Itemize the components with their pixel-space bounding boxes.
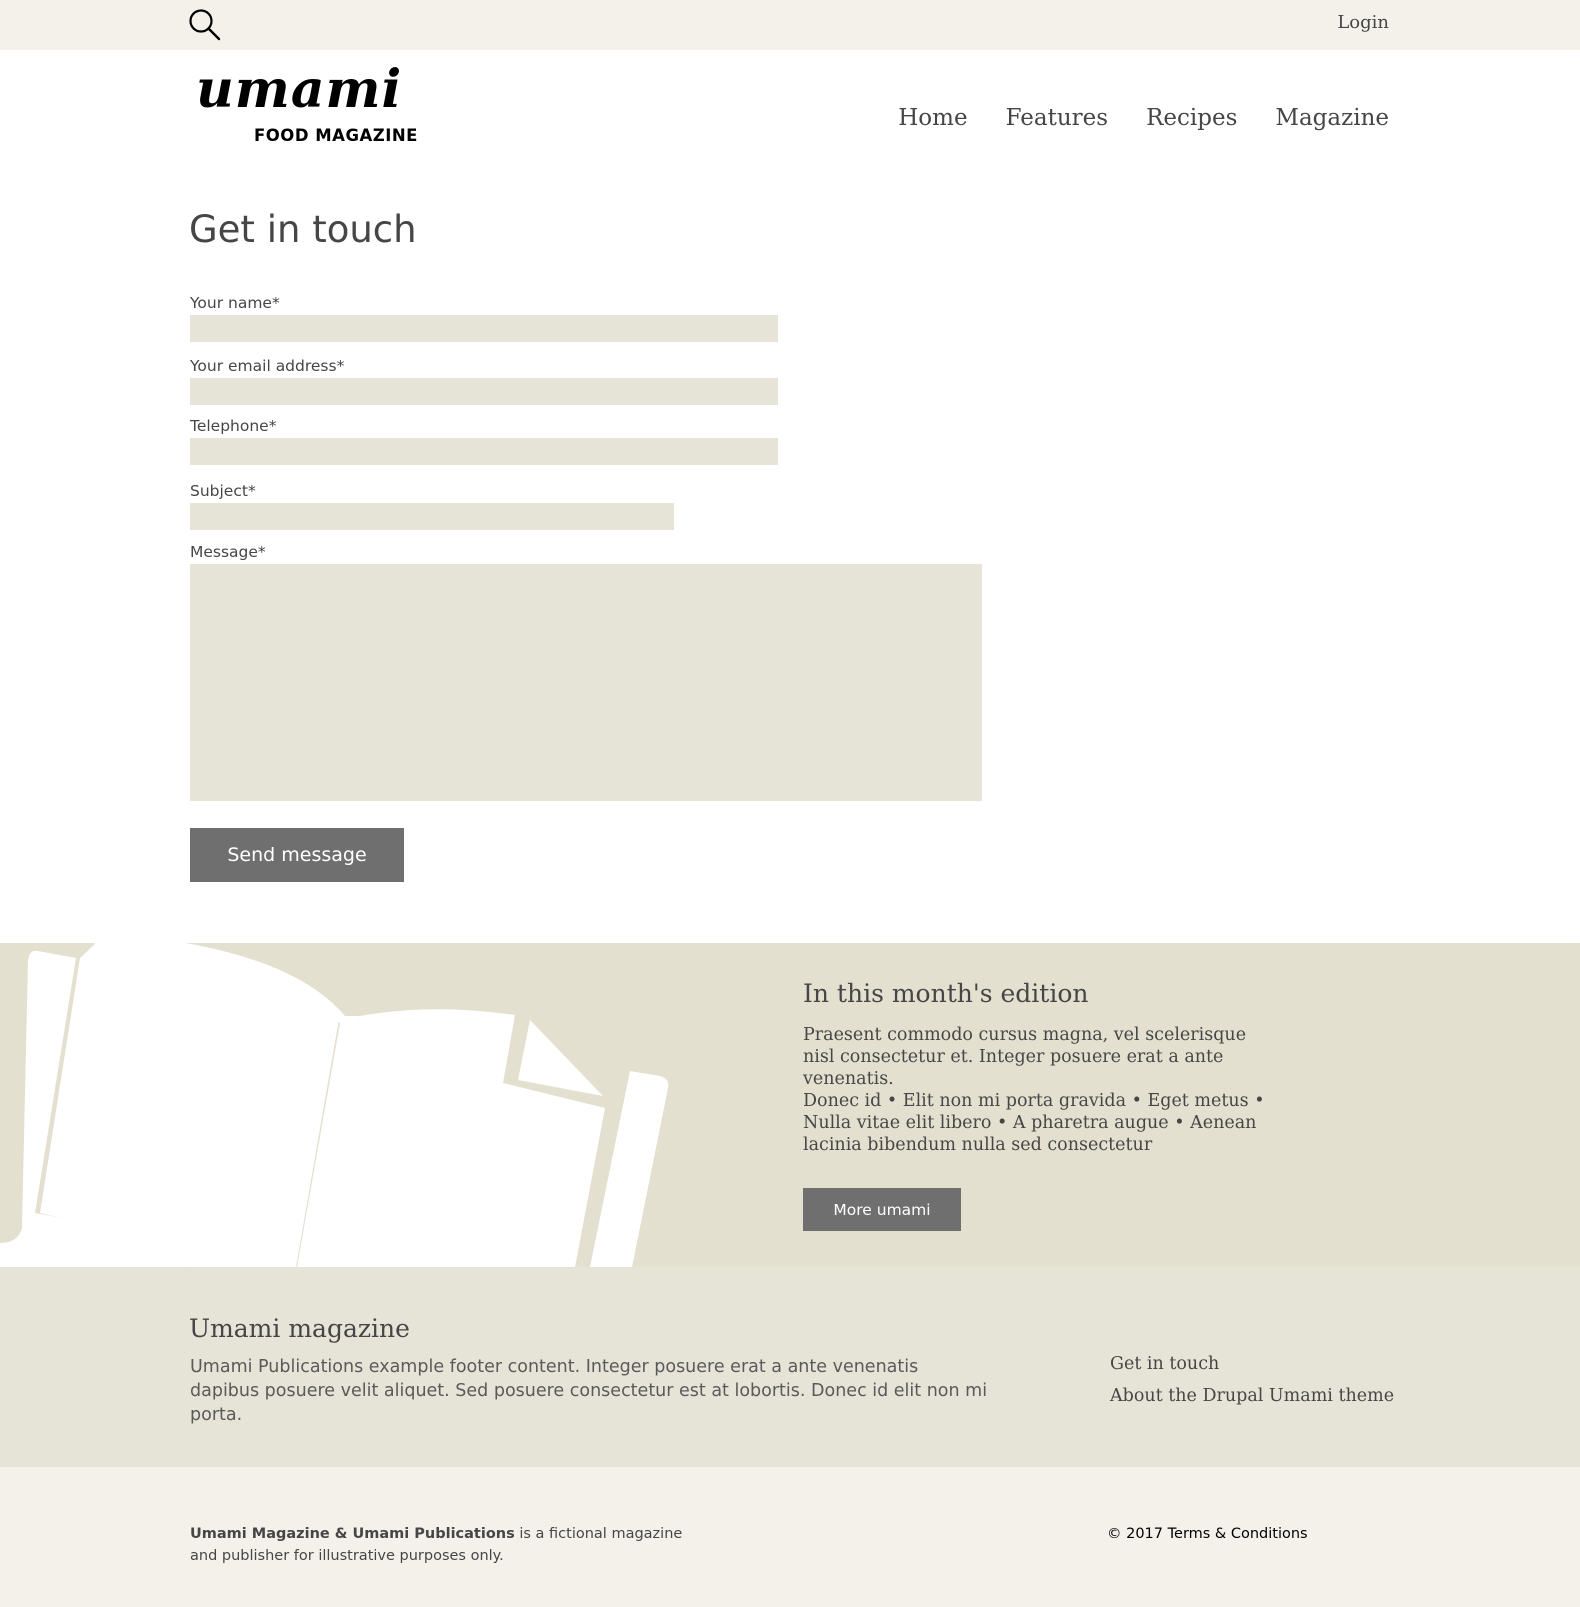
footer-link-item: About the Drupal Umami theme <box>1110 1384 1394 1408</box>
terms-link[interactable]: Terms & Conditions <box>1168 1526 1308 1542</box>
name-label: Your name* <box>190 294 280 312</box>
bottom-bar: Umami Magazine & Umami Publications is a… <box>0 1467 1580 1607</box>
footer-title: Umami magazine <box>189 1314 410 1343</box>
telephone-input[interactable] <box>190 438 778 465</box>
send-message-button[interactable]: Send message <box>190 828 404 882</box>
email-input[interactable] <box>190 378 778 405</box>
logo-subtitle: FOOD MAGAZINE <box>254 126 418 145</box>
banner-topics: Donec id • Elit non mi porta gravida • E… <box>803 1091 1265 1155</box>
message-textarea[interactable] <box>190 564 982 801</box>
footer-link-about-theme[interactable]: About the Drupal Umami theme <box>1110 1386 1394 1406</box>
nav-recipes[interactable]: Recipes <box>1146 103 1237 133</box>
search-icon <box>189 9 221 41</box>
copyright: © 2017 Terms & Conditions <box>1107 1523 1308 1545</box>
message-label: Message* <box>190 543 266 561</box>
banner-paragraph: Praesent commodo cursus magna, vel scele… <box>803 1025 1247 1089</box>
logo-wordmark: umami <box>196 59 403 120</box>
copyright-text: © 2017 <box>1107 1526 1168 1542</box>
magazine-illustration <box>0 943 669 1267</box>
nav-magazine[interactable]: Magazine <box>1275 103 1389 133</box>
subject-input[interactable] <box>190 503 674 530</box>
top-bar: Login <box>0 0 1580 50</box>
email-label: Your email address* <box>190 357 345 375</box>
edition-banner: In this month's edition Praesent commodo… <box>0 943 1580 1267</box>
main-nav: Home Features Recipes Magazine <box>898 103 1389 133</box>
footer-text: Umami Publications example footer conten… <box>190 1357 988 1425</box>
footer-links: Get in touch About the Drupal Umami them… <box>1110 1352 1394 1416</box>
nav-features[interactable]: Features <box>1006 103 1109 133</box>
more-umami-button[interactable]: More umami <box>803 1188 961 1231</box>
disclaimer-bold: Umami Magazine & Umami Publications <box>190 1526 515 1542</box>
footer-link-get-in-touch[interactable]: Get in touch <box>1110 1354 1219 1374</box>
disclaimer: Umami Magazine & Umami Publications is a… <box>190 1523 710 1567</box>
site-footer: Umami magazine Umami Publications exampl… <box>0 1267 1580 1467</box>
telephone-label: Telephone* <box>190 417 277 435</box>
name-input[interactable] <box>190 315 778 342</box>
page-title: Get in touch <box>189 208 417 251</box>
login-link[interactable]: Login <box>1337 12 1389 33</box>
site-logo[interactable]: umami FOOD MAGAZINE <box>196 64 417 152</box>
nav-home[interactable]: Home <box>898 103 967 133</box>
footer-link-item: Get in touch <box>1110 1352 1394 1376</box>
banner-heading: In this month's edition <box>803 979 1089 1008</box>
subject-label: Subject* <box>190 482 256 500</box>
search-button[interactable] <box>188 8 222 42</box>
